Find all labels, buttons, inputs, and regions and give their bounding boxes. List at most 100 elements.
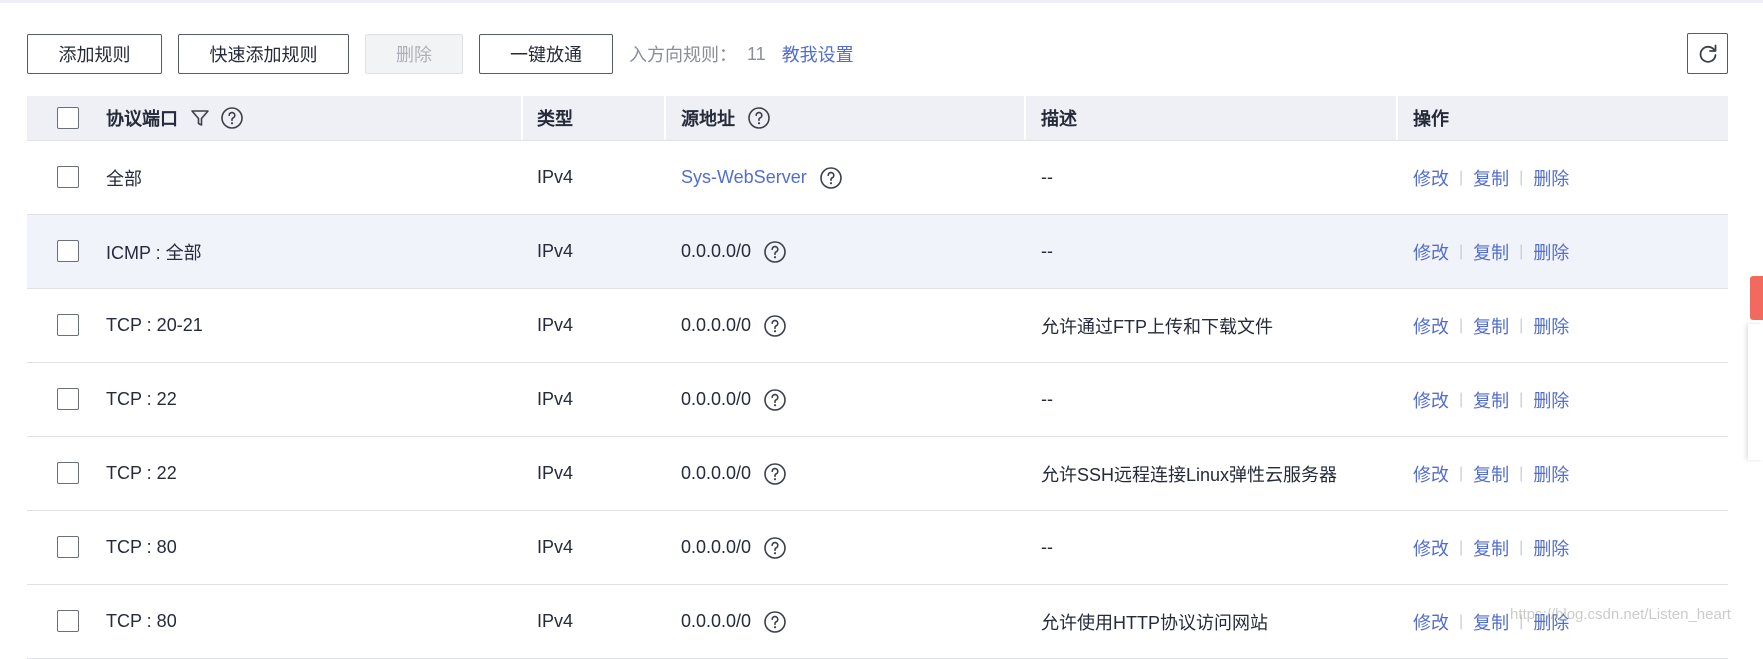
copy-link[interactable]: 复制 bbox=[1473, 313, 1509, 339]
cell-actions: 修改 | 复制 | 删除 bbox=[1413, 289, 1569, 362]
modify-link[interactable]: 修改 bbox=[1413, 239, 1449, 265]
help-icon[interactable] bbox=[763, 388, 787, 412]
cell-source: 0.0.0.0/0 bbox=[681, 363, 787, 436]
delete-link[interactable]: 删除 bbox=[1533, 165, 1569, 191]
copy-link[interactable]: 复制 bbox=[1473, 535, 1509, 561]
modify-link[interactable]: 修改 bbox=[1413, 165, 1449, 191]
delete-button[interactable]: 删除 bbox=[365, 34, 463, 74]
inbound-rule-number: 11 bbox=[747, 43, 766, 64]
row-checkbox[interactable] bbox=[57, 166, 79, 188]
cell-type: IPv4 bbox=[537, 611, 574, 631]
help-icon[interactable] bbox=[763, 536, 787, 560]
cell-source: Sys-WebServer bbox=[681, 141, 843, 214]
row-checkbox[interactable] bbox=[57, 240, 79, 262]
modify-link[interactable]: 修改 bbox=[1413, 535, 1449, 561]
copy-link[interactable]: 复制 bbox=[1473, 387, 1509, 413]
side-float-panel[interactable] bbox=[1748, 324, 1763, 460]
header-divider bbox=[664, 96, 666, 140]
action-separator: | bbox=[1519, 316, 1524, 334]
table-row[interactable]: ICMP : 全部 IPv4 0.0.0.0/0 -- 修改 | 复制 | 删除 bbox=[27, 215, 1728, 289]
copy-link[interactable]: 复制 bbox=[1473, 165, 1509, 191]
table-row[interactable]: TCP : 22 IPv4 0.0.0.0/0 -- 修改 | 复制 | 删除 bbox=[27, 363, 1728, 437]
refresh-button[interactable] bbox=[1687, 33, 1728, 74]
cell-source: 0.0.0.0/0 bbox=[681, 585, 787, 658]
header-actions: 操作 bbox=[1413, 109, 1449, 129]
cell-source: 0.0.0.0/0 bbox=[681, 215, 787, 288]
inbound-rule-label: 入方向规则： bbox=[629, 45, 737, 65]
table-row[interactable]: 全部 IPv4 Sys-WebServer -- 修改 | 复制 | 删除 bbox=[27, 141, 1728, 215]
header-divider bbox=[1024, 96, 1026, 140]
cell-protocol-port: TCP : 80 bbox=[106, 537, 177, 557]
source-address: 0.0.0.0/0 bbox=[681, 241, 752, 261]
refresh-icon bbox=[1699, 44, 1716, 63]
cell-source: 0.0.0.0/0 bbox=[681, 289, 787, 362]
delete-link[interactable]: 删除 bbox=[1533, 313, 1569, 339]
cell-description: -- bbox=[1041, 389, 1053, 409]
delete-link[interactable]: 删除 bbox=[1533, 535, 1569, 561]
cell-protocol-port: 全部 bbox=[106, 168, 142, 189]
row-checkbox[interactable] bbox=[57, 314, 79, 336]
modify-link[interactable]: 修改 bbox=[1413, 313, 1449, 339]
action-separator: | bbox=[1459, 242, 1464, 260]
delete-link[interactable]: 删除 bbox=[1533, 239, 1569, 265]
inbound-rule-count: 入方向规则： 11 bbox=[629, 41, 766, 67]
cell-description: -- bbox=[1041, 537, 1053, 557]
one-click-allow-button[interactable]: 一键放通 bbox=[479, 34, 613, 74]
help-icon[interactable] bbox=[747, 106, 771, 130]
action-separator: | bbox=[1459, 538, 1464, 556]
top-strip bbox=[0, 0, 1763, 3]
modify-link[interactable]: 修改 bbox=[1413, 461, 1449, 487]
action-separator: | bbox=[1519, 242, 1524, 260]
header-source: 源地址 bbox=[681, 96, 771, 140]
copy-link[interactable]: 复制 bbox=[1473, 461, 1509, 487]
table-row[interactable]: TCP : 80 IPv4 0.0.0.0/0 -- 修改 | 复制 | 删除 bbox=[27, 511, 1728, 585]
row-checkbox[interactable] bbox=[57, 462, 79, 484]
cell-type: IPv4 bbox=[537, 463, 574, 483]
table-row[interactable]: TCP : 20-21 IPv4 0.0.0.0/0 允许通过FTP上传和下载文件 修改… bbox=[27, 289, 1728, 363]
add-rule-button[interactable]: 添加规则 bbox=[27, 34, 162, 74]
copy-link[interactable]: 复制 bbox=[1473, 239, 1509, 265]
copy-link[interactable]: 复制 bbox=[1473, 609, 1509, 635]
cell-type: IPv4 bbox=[537, 315, 574, 335]
action-separator: | bbox=[1519, 390, 1524, 408]
delete-link[interactable]: 删除 bbox=[1533, 387, 1569, 413]
table-row[interactable]: TCP : 80 IPv4 0.0.0.0/0 允许使用HTTP协议访问网站 修改 | 复制… bbox=[27, 585, 1728, 659]
action-separator: | bbox=[1519, 168, 1524, 186]
cell-protocol-port: TCP : 22 bbox=[106, 463, 177, 483]
help-icon[interactable] bbox=[763, 462, 787, 486]
row-checkbox[interactable] bbox=[57, 388, 79, 410]
modify-link[interactable]: 修改 bbox=[1413, 387, 1449, 413]
row-checkbox[interactable] bbox=[57, 536, 79, 558]
cell-type: IPv4 bbox=[537, 389, 574, 409]
cell-description: 允许SSH远程连接Linux弹性云服务器 bbox=[1041, 464, 1338, 485]
watermark: https://blog.csdn.net/Listen_heart bbox=[1510, 606, 1731, 623]
action-separator: | bbox=[1519, 538, 1524, 556]
header-divider bbox=[1396, 96, 1398, 140]
cell-description: 允许通过FTP上传和下载文件 bbox=[1041, 316, 1273, 337]
table-body: 全部 IPv4 Sys-WebServer -- 修改 | 复制 | 删除 ICMP : 全部 IP… bbox=[27, 141, 1728, 659]
filter-icon[interactable] bbox=[190, 108, 210, 128]
action-separator: | bbox=[1519, 464, 1524, 482]
source-group-link[interactable]: Sys-WebServer bbox=[681, 167, 807, 188]
feedback-tab[interactable] bbox=[1750, 276, 1763, 320]
row-checkbox[interactable] bbox=[57, 610, 79, 632]
action-separator: | bbox=[1459, 168, 1464, 186]
help-icon[interactable] bbox=[763, 240, 787, 264]
source-address: 0.0.0.0/0 bbox=[681, 389, 752, 409]
source-address: 0.0.0.0/0 bbox=[681, 611, 752, 631]
quick-add-rule-button[interactable]: 快速添加规则 bbox=[178, 34, 349, 74]
cell-type: IPv4 bbox=[537, 167, 574, 187]
table-row[interactable]: TCP : 22 IPv4 0.0.0.0/0 允许SSH远程连接Linux弹性云服务… bbox=[27, 437, 1728, 511]
cell-protocol-port: ICMP : 全部 bbox=[106, 242, 202, 263]
header-type: 类型 bbox=[537, 109, 573, 129]
select-all-checkbox[interactable] bbox=[57, 107, 79, 129]
header-source-label: 源地址 bbox=[681, 109, 735, 129]
cell-actions: 修改 | 复制 | 删除 bbox=[1413, 215, 1569, 288]
delete-link[interactable]: 删除 bbox=[1533, 461, 1569, 487]
help-icon[interactable] bbox=[220, 106, 244, 130]
help-icon[interactable] bbox=[763, 610, 787, 634]
help-setup-link[interactable]: 教我设置 bbox=[782, 41, 854, 67]
help-icon[interactable] bbox=[763, 314, 787, 338]
modify-link[interactable]: 修改 bbox=[1413, 609, 1449, 635]
help-icon[interactable] bbox=[819, 166, 843, 190]
